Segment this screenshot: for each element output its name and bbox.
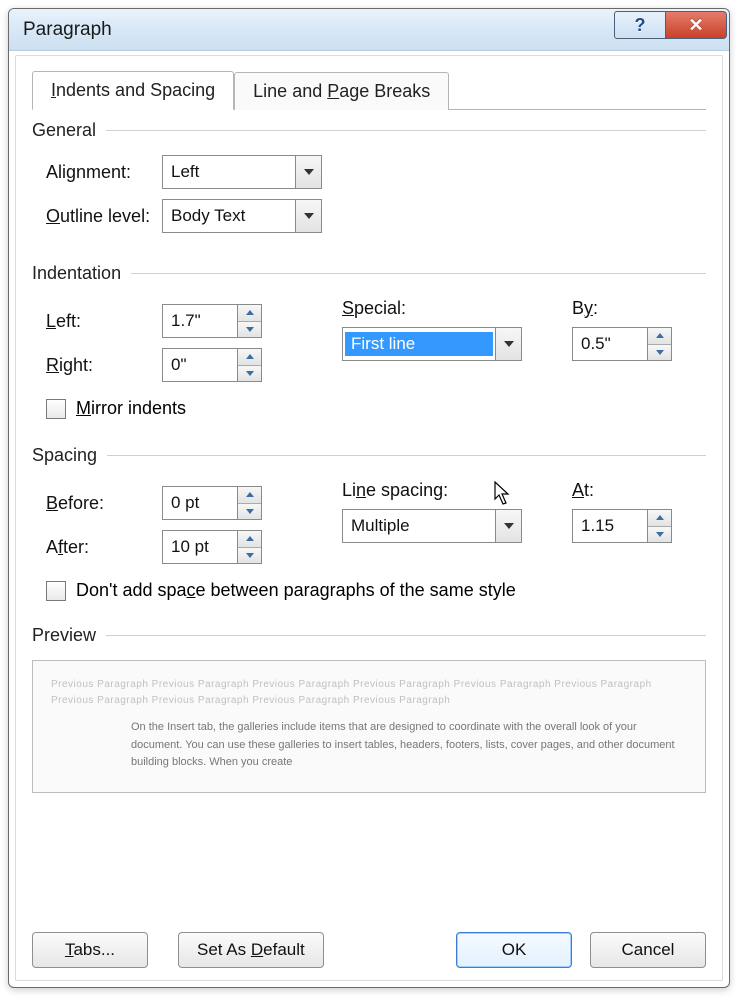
- indent-left-label: Left:: [32, 311, 162, 332]
- special-combo[interactable]: First line: [342, 327, 522, 361]
- special-value: First line: [345, 332, 493, 356]
- after-spinner[interactable]: 10 pt: [162, 530, 262, 564]
- spin-down-icon[interactable]: [648, 345, 671, 361]
- tabs-button[interactable]: Tabs...: [32, 932, 148, 968]
- tab-line-page-breaks[interactable]: Line and Page Breaks: [234, 72, 449, 110]
- indent-right-spinner[interactable]: 0": [162, 348, 262, 382]
- mirror-indents-checkbox[interactable]: [46, 399, 66, 419]
- titlebar: Paragraph ? ✕: [9, 9, 729, 51]
- alignment-combo[interactable]: Left: [162, 155, 322, 189]
- indent-left-value: 1.7": [163, 305, 237, 337]
- tab-indents-spacing[interactable]: Indents and Spacing: [32, 71, 234, 110]
- tab-strip: Indents and Spacing Line and Page Breaks: [32, 70, 706, 110]
- group-preview: Preview Previous Paragraph Previous Para…: [32, 625, 706, 793]
- mirror-indents-label: Mirror indents: [76, 398, 186, 419]
- spin-up-icon[interactable]: [648, 328, 671, 345]
- line-spacing-value: Multiple: [343, 516, 495, 536]
- indent-right-value: 0": [163, 349, 237, 381]
- chevron-down-icon[interactable]: [295, 200, 321, 232]
- line-spacing-combo[interactable]: Multiple: [342, 509, 522, 543]
- preview-ghost-text: Previous Paragraph Previous Paragraph Pr…: [51, 677, 687, 709]
- divider: [106, 130, 706, 131]
- indent-left-spinner[interactable]: 1.7": [162, 304, 262, 338]
- at-spinner[interactable]: 1.15: [572, 509, 672, 543]
- group-title: Spacing: [32, 445, 97, 466]
- close-button[interactable]: ✕: [665, 11, 727, 39]
- dialog-body: Indents and Spacing Line and Page Breaks…: [15, 55, 723, 981]
- group-title: Indentation: [32, 263, 121, 284]
- outline-level-value: Body Text: [163, 206, 295, 226]
- at-value: 1.15: [573, 510, 647, 542]
- tab-label: Indents and Spacing: [51, 80, 215, 100]
- by-spinner[interactable]: 0.5": [572, 327, 672, 361]
- spin-up-icon[interactable]: [648, 510, 671, 527]
- group-indentation: Indentation Left: 1.7": [32, 263, 706, 419]
- before-label: Before:: [32, 493, 162, 514]
- button-row: Tabs... Set As Default OK Cancel: [32, 932, 706, 968]
- spin-up-icon[interactable]: [238, 349, 261, 366]
- before-spinner[interactable]: 0 pt: [162, 486, 262, 520]
- help-icon: ?: [635, 15, 646, 36]
- by-value: 0.5": [573, 328, 647, 360]
- tab-label: Line and Page Breaks: [253, 81, 430, 101]
- group-title: General: [32, 120, 96, 141]
- alignment-value: Left: [163, 162, 295, 182]
- group-general: General Alignment: Left Outline level: B…: [32, 120, 706, 233]
- spin-down-icon[interactable]: [238, 504, 261, 520]
- ok-button[interactable]: OK: [456, 932, 572, 968]
- before-value: 0 pt: [163, 487, 237, 519]
- at-label: At:: [572, 480, 672, 501]
- chevron-down-icon[interactable]: [495, 510, 521, 542]
- spin-up-icon[interactable]: [238, 531, 261, 548]
- spin-down-icon[interactable]: [238, 548, 261, 564]
- divider: [131, 273, 706, 274]
- outline-level-combo[interactable]: Body Text: [162, 199, 322, 233]
- spin-up-icon[interactable]: [238, 305, 261, 322]
- dont-add-space-label: Don't add space between paragraphs of th…: [76, 580, 516, 601]
- chevron-down-icon[interactable]: [495, 328, 521, 360]
- chevron-down-icon[interactable]: [295, 156, 321, 188]
- outline-level-label: Outline level:: [32, 206, 162, 227]
- help-button[interactable]: ?: [614, 11, 666, 39]
- paragraph-dialog: Paragraph ? ✕ Indents and Spacing Line a…: [8, 8, 730, 988]
- after-label: After:: [32, 537, 162, 558]
- divider: [107, 455, 706, 456]
- divider: [106, 635, 706, 636]
- set-default-button[interactable]: Set As Default: [178, 932, 324, 968]
- spin-down-icon[interactable]: [238, 366, 261, 382]
- special-label: Special:: [342, 298, 542, 319]
- preview-sample-text: On the Insert tab, the galleries include…: [51, 719, 687, 772]
- cancel-button[interactable]: Cancel: [590, 932, 706, 968]
- alignment-label: Alignment:: [32, 162, 162, 183]
- group-spacing: Spacing Before: 0 pt: [32, 445, 706, 601]
- after-value: 10 pt: [163, 531, 237, 563]
- close-icon: ✕: [688, 15, 703, 36]
- indent-right-label: Right:: [32, 355, 162, 376]
- line-spacing-label: Line spacing:: [342, 480, 542, 501]
- spin-down-icon[interactable]: [238, 322, 261, 338]
- by-label: By:: [572, 298, 672, 319]
- preview-box: Previous Paragraph Previous Paragraph Pr…: [32, 660, 706, 793]
- group-title: Preview: [32, 625, 96, 646]
- dont-add-space-checkbox[interactable]: [46, 581, 66, 601]
- spin-down-icon[interactable]: [648, 527, 671, 543]
- spin-up-icon[interactable]: [238, 487, 261, 504]
- dialog-title: Paragraph: [23, 19, 112, 41]
